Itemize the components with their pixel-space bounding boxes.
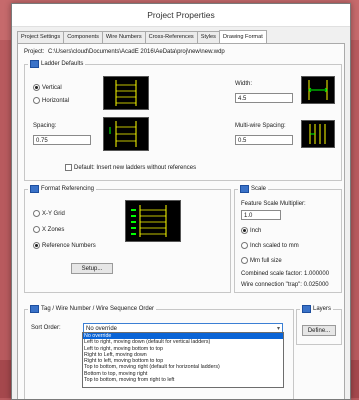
feature-scale-field[interactable]: 1.0 xyxy=(241,210,281,220)
inch-scaled-label: Inch scaled to mm xyxy=(250,242,299,249)
scale-icon xyxy=(240,185,249,193)
tab-styles[interactable]: Styles xyxy=(196,31,220,43)
tag-order-label: Tag / Wire Number / Wire Sequence Order xyxy=(41,306,155,312)
radio-selected-icon xyxy=(33,84,40,91)
width-field[interactable]: 4.5 xyxy=(235,93,293,103)
scale-title: Scale xyxy=(238,185,269,193)
vertical-ladder-preview xyxy=(103,76,149,110)
format-referencing-title: Format Referencing xyxy=(28,185,97,193)
tab-components[interactable]: Components xyxy=(63,31,103,43)
tab-drawing-format[interactable]: Drawing Format xyxy=(218,30,267,43)
layers-icon xyxy=(302,305,311,313)
tab-wire-numbers[interactable]: Wire Numbers xyxy=(101,31,146,43)
sort-order-dropdown-list: No override Left to right, moving down (… xyxy=(82,332,284,388)
layers-title: Layers xyxy=(300,305,334,313)
tab-strip: Project Settings Components Wire Numbers… xyxy=(17,30,267,43)
dialog-title: Project Properties xyxy=(12,4,350,27)
radio-icon xyxy=(241,242,248,249)
radio-icon xyxy=(33,210,40,217)
mm-full-size-radio[interactable]: Mm full size xyxy=(241,257,282,264)
tag-order-icon xyxy=(30,305,39,313)
reference-numbers-label: Reference Numbers xyxy=(42,242,96,249)
radio-selected-icon xyxy=(241,227,248,234)
sort-option-top-bottom-right-to-left[interactable]: Top to bottom, moving from right to left xyxy=(83,377,283,383)
ladder-defaults-label: Ladder Defaults xyxy=(41,61,84,67)
multiwire-spacing-field[interactable]: 0.5 xyxy=(235,135,293,145)
layers-label: Layers xyxy=(313,306,332,312)
referencing-preview xyxy=(125,200,181,242)
reference-numbers-radio[interactable]: Reference Numbers xyxy=(33,242,96,249)
default-no-references-label: Default: Insert new ladders without refe… xyxy=(74,164,197,171)
vertical-label: Vertical xyxy=(42,84,62,91)
xy-grid-label: X-Y Grid xyxy=(42,210,65,217)
project-properties-dialog: Project Properties Project Settings Comp… xyxy=(11,3,351,400)
xzones-label: X Zones xyxy=(42,226,65,233)
scale-group: Scale Feature Scale Multiplier: 1.0 Inch… xyxy=(234,185,342,293)
setup-button[interactable]: Setup... xyxy=(71,263,113,274)
feature-scale-label: Feature Scale Multiplier: xyxy=(241,201,306,207)
wire-connection-trap-text: Wire connection "trap": 0.025000 xyxy=(241,282,329,288)
mm-full-size-label: Mm full size xyxy=(250,257,282,264)
ladder-icon xyxy=(30,60,39,68)
multiwire-preview xyxy=(301,120,335,148)
xzones-radio[interactable]: X Zones xyxy=(33,226,64,233)
checkbox-icon xyxy=(65,164,72,171)
width-label: Width: xyxy=(235,81,253,87)
format-referencing-label: Format Referencing xyxy=(41,186,95,192)
spacing-preview xyxy=(103,117,149,151)
drawing-format-panel: Project: C:\Users\cloud\Documents\AcadE … xyxy=(17,43,345,399)
sort-order-label: Sort Order: xyxy=(31,325,61,331)
width-preview xyxy=(301,76,335,104)
tab-cross-references[interactable]: Cross-References xyxy=(144,31,198,43)
xy-grid-radio[interactable]: X-Y Grid xyxy=(33,210,65,217)
referencing-icon xyxy=(30,185,39,193)
vertical-radio[interactable]: Vertical xyxy=(33,84,62,91)
scale-label: Scale xyxy=(251,186,267,192)
combined-scale-text: Combined scale factor: 1.000000 xyxy=(241,271,330,277)
radio-selected-icon xyxy=(33,242,40,249)
ladder-defaults-group: Ladder Defaults Vertical Horizontal Widt… xyxy=(24,60,342,181)
layers-group: Layers Define... xyxy=(296,305,342,345)
radio-icon xyxy=(33,97,40,104)
spacing-field[interactable]: 0.75 xyxy=(33,135,91,145)
define-button[interactable]: Define... xyxy=(302,325,336,336)
radio-icon xyxy=(33,226,40,233)
tag-order-title: Tag / Wire Number / Wire Sequence Order xyxy=(28,305,157,313)
horizontal-radio[interactable]: Horizontal xyxy=(33,97,69,104)
project-path: C:\Users\cloud\Documents\AcadE 2016\AeDa… xyxy=(48,49,225,55)
horizontal-label: Horizontal xyxy=(42,97,70,104)
tab-project-settings[interactable]: Project Settings xyxy=(17,31,65,43)
format-referencing-group: Format Referencing X-Y Grid X Zones Refe… xyxy=(24,185,231,293)
ladder-defaults-title: Ladder Defaults xyxy=(28,60,86,68)
inch-scaled-radio[interactable]: Inch scaled to mm xyxy=(241,242,299,249)
spacing-label: Spacing: xyxy=(33,123,57,129)
inch-radio[interactable]: Inch xyxy=(241,227,261,234)
project-label: Project: xyxy=(24,49,45,55)
default-no-references-checkbox[interactable]: Default: Insert new ladders without refe… xyxy=(65,164,196,171)
inch-label: Inch xyxy=(250,227,262,234)
multiwire-spacing-label: Multi-wire Spacing: xyxy=(235,123,286,129)
radio-icon xyxy=(241,257,248,264)
